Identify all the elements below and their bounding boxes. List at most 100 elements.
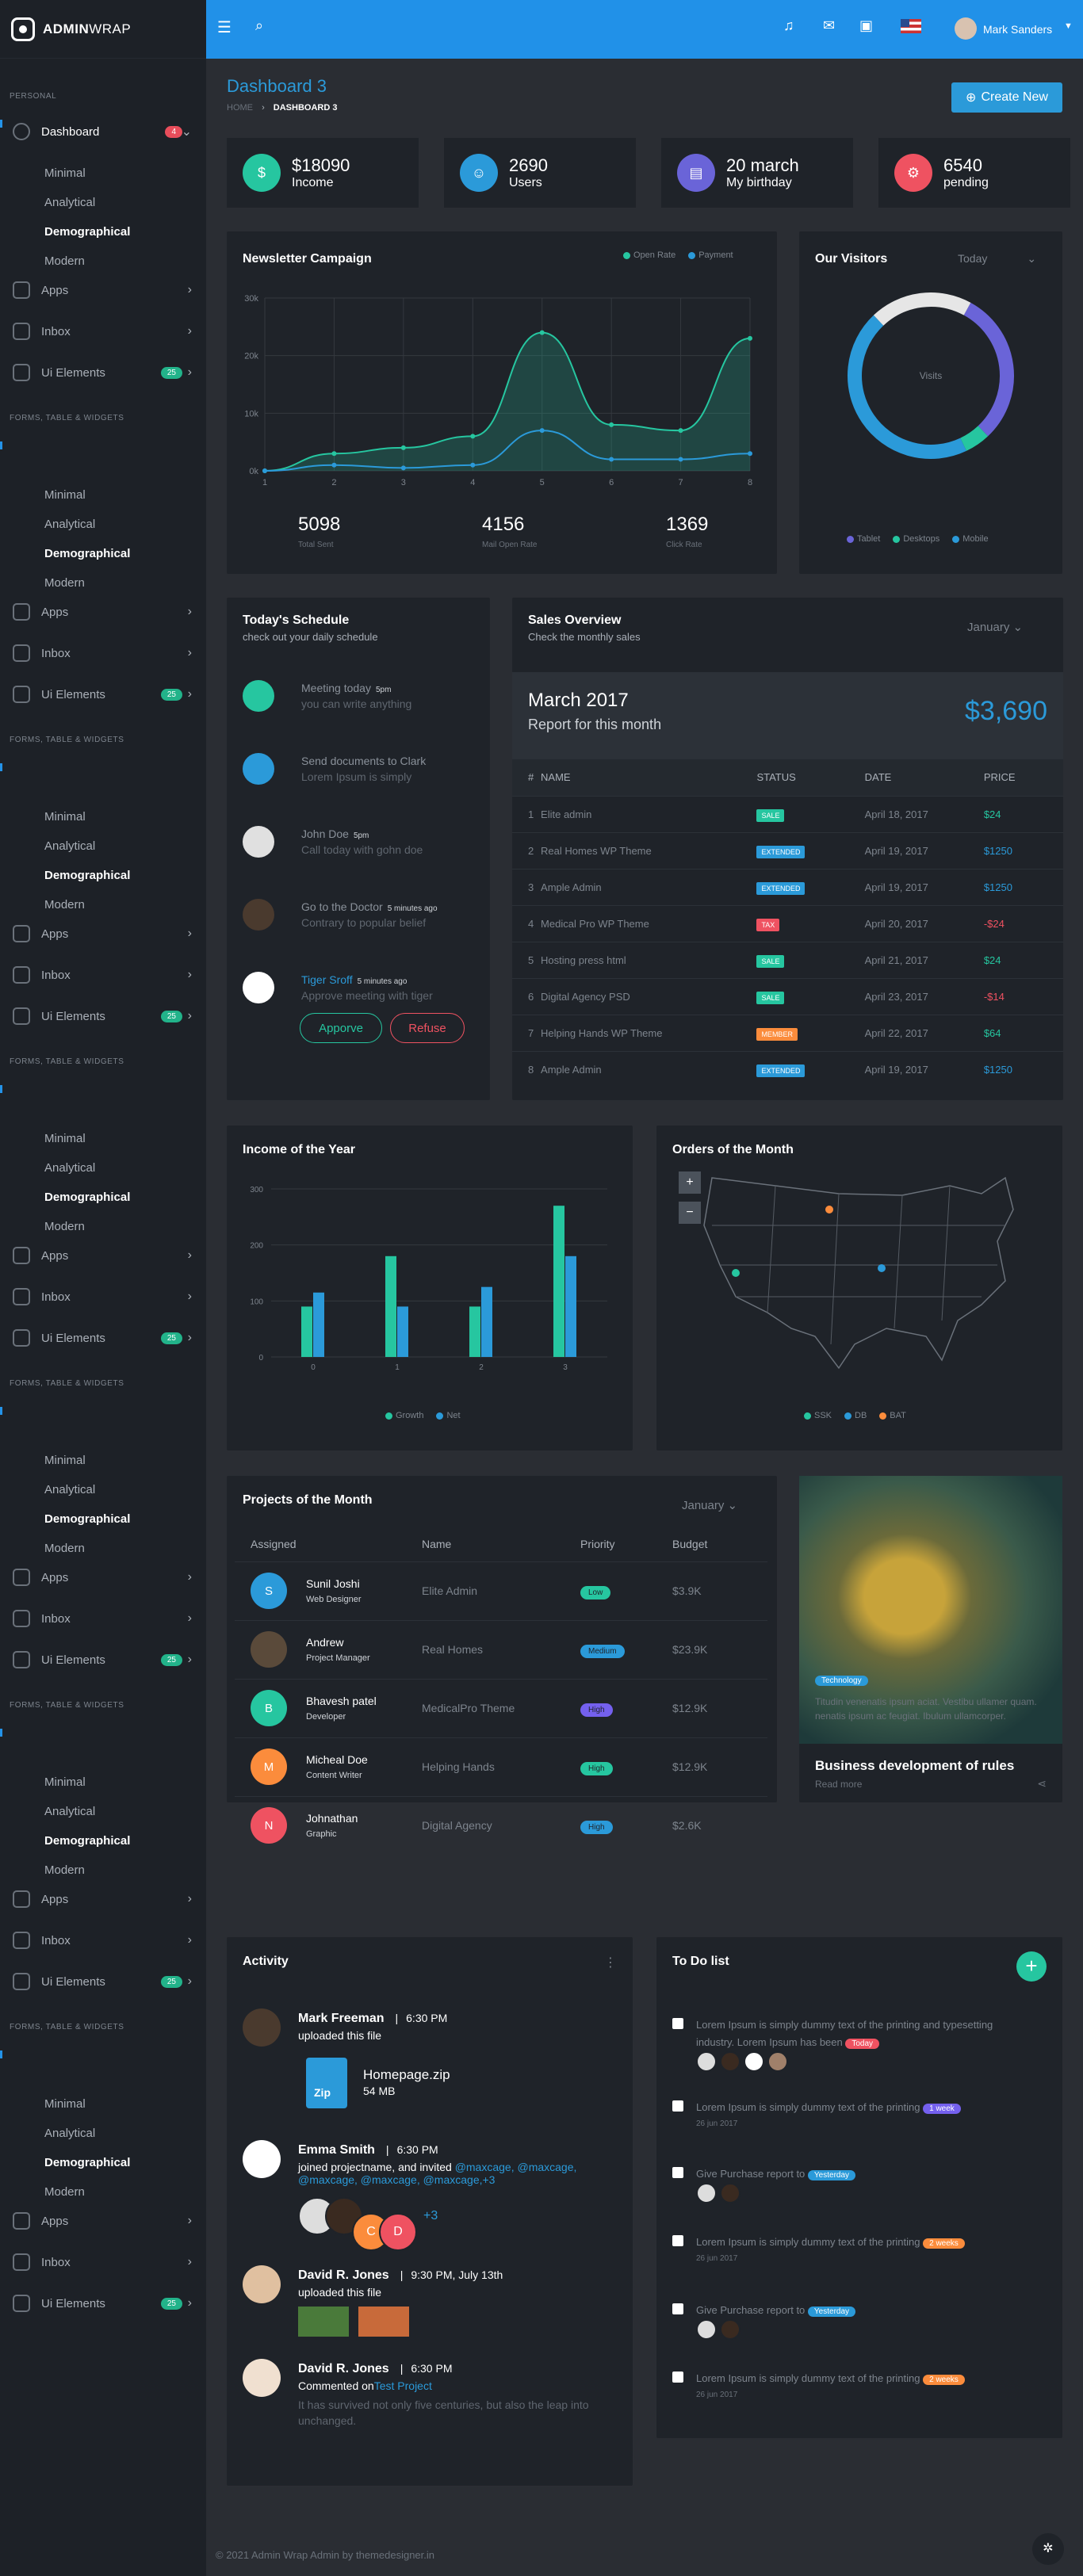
table-row[interactable]: 4 Medical Pro WP Theme TAX April 20, 2017 -$… bbox=[512, 904, 1063, 942]
sidebar-item-inbox[interactable]: Inbox › bbox=[0, 1282, 206, 1311]
sidebar-subitem[interactable]: Modern bbox=[0, 1212, 206, 1241]
activity-name[interactable]: David R. Jones bbox=[298, 2268, 389, 2282]
sidebar-item-apps[interactable]: Apps › bbox=[0, 1563, 206, 1592]
table-row[interactable]: M Micheal Doe Content Writer Helping Hands H… bbox=[235, 1737, 767, 1796]
sidebar-item-apps[interactable]: Apps › bbox=[0, 2207, 206, 2235]
sidebar-item-inbox[interactable]: Inbox › bbox=[0, 1604, 206, 1633]
activity-name[interactable]: Mark Freeman bbox=[298, 2012, 385, 2025]
refuse-button[interactable]: Refuse bbox=[390, 1013, 465, 1043]
sidebar-subitem[interactable]: Modern bbox=[0, 1534, 206, 1563]
sidebar-subitem[interactable]: Minimal bbox=[0, 802, 206, 831]
sidebar-subitem[interactable]: Modern bbox=[0, 890, 206, 919]
sidebar-subitem[interactable]: Analytical bbox=[0, 188, 206, 217]
sidebar-subitem[interactable]: Minimal bbox=[0, 2089, 206, 2119]
table-row[interactable]: Andrew Project Manager Real Homes Medium $23… bbox=[235, 1619, 767, 1679]
sidebar-item-inbox[interactable]: Inbox › bbox=[0, 2248, 206, 2276]
table-row[interactable]: N Johnathan Graphic Digital Agency High $2.6K bbox=[235, 1795, 767, 1855]
bell-icon[interactable]: ♫ bbox=[783, 17, 794, 34]
sidebar-subitem[interactable]: Analytical bbox=[0, 510, 206, 539]
sidebar-subitem[interactable]: Modern bbox=[0, 568, 206, 598]
sidebar-item-inbox[interactable]: Inbox › bbox=[0, 639, 206, 667]
map-marker-db[interactable] bbox=[878, 1264, 886, 1272]
blog-title[interactable]: Business development of rules bbox=[815, 1758, 1014, 1774]
blog-tag[interactable]: Technology bbox=[815, 1676, 868, 1686]
activity-name[interactable]: Emma Smith bbox=[298, 2143, 375, 2157]
sidebar-subitem[interactable]: Minimal bbox=[0, 159, 206, 188]
uploaded-image[interactable] bbox=[358, 2307, 409, 2337]
todo-checkbox[interactable] bbox=[672, 2018, 683, 2029]
sidebar-subitem[interactable]: Minimal bbox=[0, 1446, 206, 1475]
activity-name[interactable]: David R. Jones bbox=[298, 2362, 389, 2375]
sidebar-item-apps[interactable]: Apps › bbox=[0, 919, 206, 948]
projects-month-select[interactable]: January ⌄ bbox=[682, 1498, 737, 1512]
more-vertical-icon[interactable]: ⋮ bbox=[604, 1955, 617, 1970]
visitors-period-select[interactable]: Today ⌄ bbox=[958, 252, 1036, 266]
read-more-link[interactable]: Read more bbox=[815, 1779, 862, 1790]
avatar[interactable] bbox=[955, 17, 977, 40]
sidebar-subitem[interactable]: Demographical bbox=[0, 1504, 206, 1534]
search-icon[interactable]: ⌕ bbox=[255, 17, 263, 34]
sidebar-item-apps[interactable]: Apps › bbox=[0, 276, 206, 304]
sidebar-subitem[interactable]: Minimal bbox=[0, 480, 206, 510]
sidebar-subitem[interactable]: Modern bbox=[0, 247, 206, 276]
more-invitees[interactable]: +3 bbox=[423, 2209, 438, 2222]
table-row[interactable]: 3 Ample Admin EXTENDED April 19, 2017 $1250 bbox=[512, 868, 1063, 905]
table-row[interactable]: 1 Elite admin SALE April 18, 2017 $24 bbox=[512, 795, 1063, 832]
todo-checkbox[interactable] bbox=[672, 2167, 683, 2178]
table-row[interactable]: S Sunil Joshi Web Designer Elite Admin Low $3… bbox=[235, 1561, 767, 1620]
sidebar-subitem[interactable]: Demographical bbox=[0, 2148, 206, 2177]
sidebar-subitem[interactable]: Modern bbox=[0, 1856, 206, 1885]
approve-button[interactable]: Apporve bbox=[300, 1013, 382, 1043]
sidebar-item-inbox[interactable]: Inbox › bbox=[0, 317, 206, 346]
sales-month-select[interactable]: January ⌄ bbox=[967, 620, 1023, 634]
hamburger-icon[interactable]: ☰ bbox=[217, 17, 232, 37]
sidebar-subitem[interactable]: Analytical bbox=[0, 831, 206, 861]
sidebar-item-inbox[interactable]: Inbox › bbox=[0, 961, 206, 989]
breadcrumb-home[interactable]: HOME bbox=[227, 103, 253, 113]
sidebar-subitem[interactable]: Demographical bbox=[0, 861, 206, 890]
table-row[interactable]: B Bhavesh patel Developer MedicalPro Theme H… bbox=[235, 1678, 767, 1737]
sidebar-subitem[interactable]: Minimal bbox=[0, 1124, 206, 1153]
cube-icon[interactable]: ▣ bbox=[859, 17, 873, 34]
flag-icon[interactable] bbox=[901, 19, 921, 33]
table-row[interactable]: 8 Ample Admin EXTENDED April 19, 2017 $1250 bbox=[512, 1050, 1063, 1087]
logo[interactable]: ADMINWRAP bbox=[0, 0, 206, 59]
sidebar-subitem[interactable]: Analytical bbox=[0, 1475, 206, 1504]
sidebar-subitem[interactable]: Demographical bbox=[0, 217, 206, 247]
sidebar-item-apps[interactable]: Apps › bbox=[0, 1241, 206, 1270]
share-icon[interactable]: ⋖ bbox=[1037, 1777, 1047, 1791]
sidebar-subitem[interactable]: Demographical bbox=[0, 1826, 206, 1856]
map-marker-bat[interactable] bbox=[825, 1206, 833, 1213]
sidebar-item-apps[interactable]: Apps › bbox=[0, 1885, 206, 1913]
activity-link[interactable]: Test Project bbox=[374, 2379, 432, 2392]
table-row[interactable]: 5 Hosting press html SALE April 21, 2017 $24 bbox=[512, 941, 1063, 978]
sidebar-item-inbox[interactable]: Inbox › bbox=[0, 1926, 206, 1955]
sidebar-subitem[interactable]: Analytical bbox=[0, 1797, 206, 1826]
map-marker-ssk[interactable] bbox=[732, 1269, 740, 1277]
user-name[interactable]: Mark Sanders bbox=[983, 23, 1052, 36]
mail-icon[interactable]: ✉ bbox=[823, 17, 835, 34]
sidebar-subitem[interactable]: Demographical bbox=[0, 1183, 206, 1212]
todo-checkbox[interactable] bbox=[672, 2235, 683, 2246]
sidebar-subitem[interactable]: Demographical bbox=[0, 539, 206, 568]
sidebar-item-ui[interactable]: Ui Elements 25 › bbox=[0, 2289, 206, 2318]
create-new-button[interactable]: ⊕ Create New bbox=[951, 82, 1062, 113]
todo-checkbox[interactable] bbox=[672, 2100, 683, 2112]
file-name[interactable]: Homepage.zip bbox=[363, 2067, 450, 2083]
zip-file-icon[interactable]: Zip bbox=[306, 2058, 347, 2108]
sidebar-subitem[interactable]: Analytical bbox=[0, 1153, 206, 1183]
sidebar-subitem[interactable]: Analytical bbox=[0, 2119, 206, 2148]
chevron-down-icon[interactable]: ▼ bbox=[1064, 21, 1073, 31]
table-row[interactable]: 6 Digital Agency PSD SALE April 23, 2017 -$1… bbox=[512, 977, 1063, 1015]
table-row[interactable]: 2 Real Homes WP Theme EXTENDED April 19, 20… bbox=[512, 831, 1063, 869]
schedule-item[interactable]: Meeting today 5pm you can write anything bbox=[243, 680, 473, 751]
sidebar-item-apps[interactable]: Apps › bbox=[0, 598, 206, 626]
sidebar-item-dashboard[interactable]: Dashboard 4 ⌄ bbox=[0, 117, 206, 146]
settings-gear-icon[interactable]: ✲ bbox=[1032, 2533, 1064, 2565]
uploaded-image[interactable] bbox=[298, 2307, 349, 2337]
todo-checkbox[interactable] bbox=[672, 2303, 683, 2314]
add-todo-button[interactable]: + bbox=[1016, 1951, 1047, 1982]
sidebar-subitem[interactable]: Modern bbox=[0, 2177, 206, 2207]
sidebar-subitem[interactable]: Minimal bbox=[0, 1768, 206, 1797]
schedule-item[interactable]: Go to the Doctor 5 minutes ago Contrary to… bbox=[243, 899, 473, 970]
